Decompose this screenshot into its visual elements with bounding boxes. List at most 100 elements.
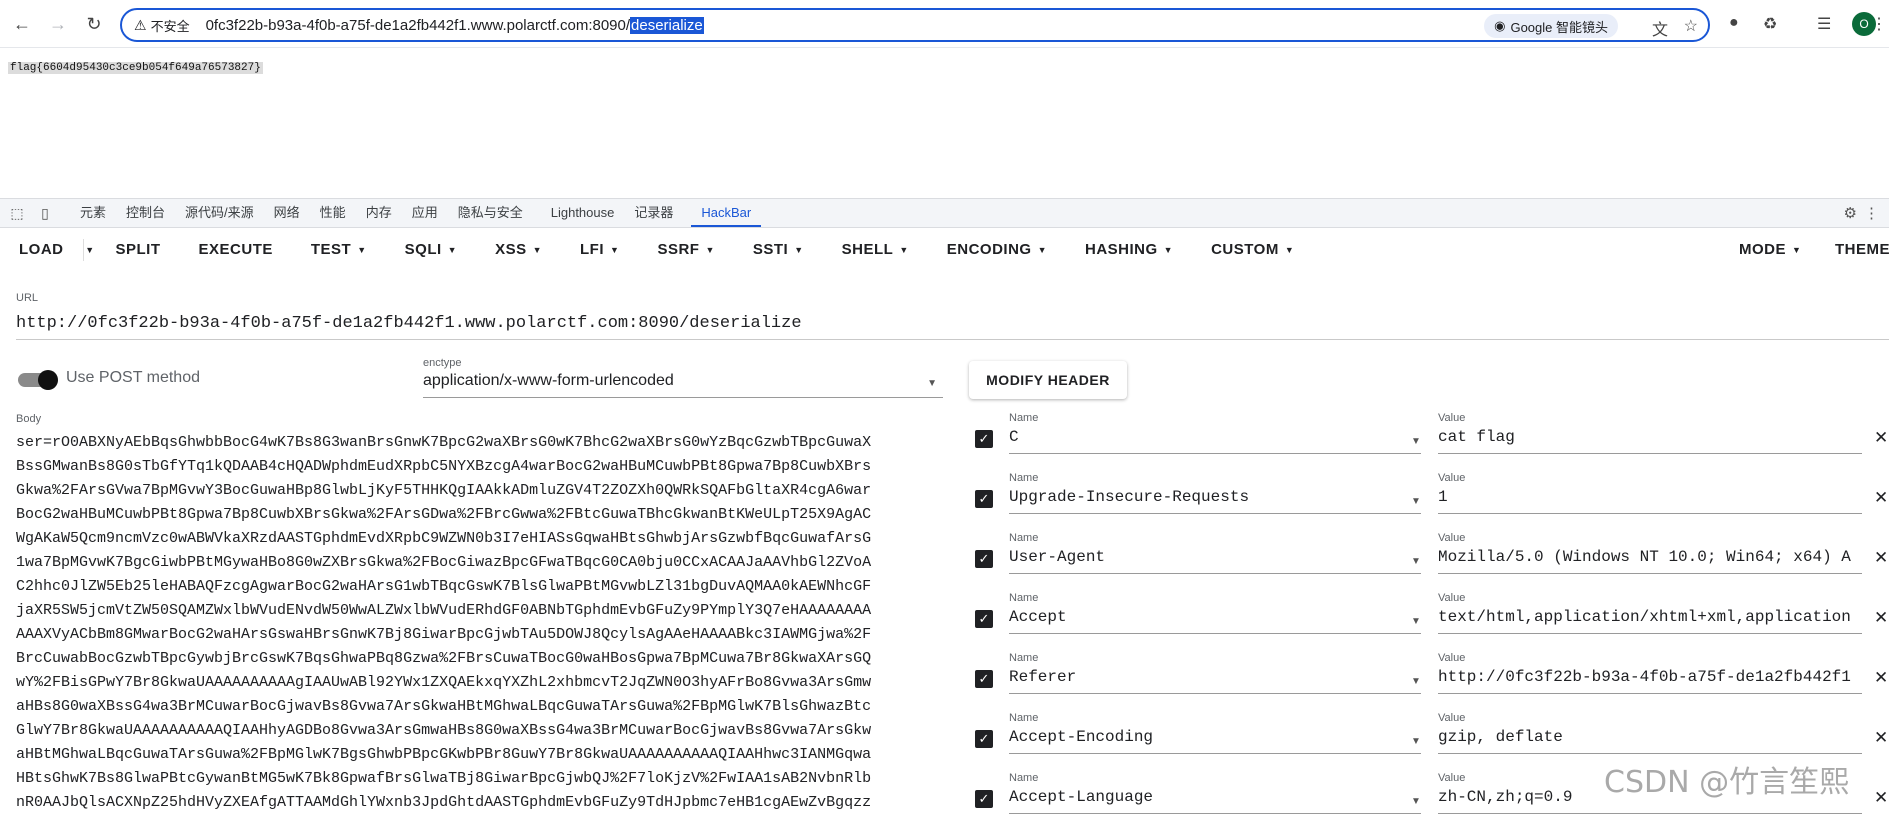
shell-menu-button[interactable]: SHELL ▼: [823, 232, 928, 268]
header-enabled-checkbox[interactable]: ✓: [975, 730, 993, 748]
inspect-element-icon[interactable]: ⬚: [6, 205, 28, 222]
xss-menu-button[interactable]: XSS ▼: [476, 232, 561, 268]
tab-recorder[interactable]: 记录器: [624, 199, 683, 227]
address-bar[interactable]: ⚠ 不安全 0fc3f22b-b93a-4f0b-a75f-de1a2fb442…: [120, 8, 1710, 42]
custom-menu-button[interactable]: CUSTOM ▼: [1192, 232, 1313, 268]
ssti-menu-button[interactable]: SSTI ▼: [734, 232, 823, 268]
header-value-input[interactable]: gzip, deflate: [1438, 728, 1862, 754]
tab-console[interactable]: 控制台: [116, 199, 175, 227]
dropdown-arrow-icon[interactable]: ▼: [1411, 796, 1421, 807]
body-textarea[interactable]: ser=rO0ABXNyAEbBqsGhwbbBocG4wK7Bs8G3wanB…: [16, 431, 944, 812]
dropdown-arrow-icon[interactable]: ▼: [1411, 496, 1421, 507]
remove-header-icon[interactable]: ✕: [1874, 788, 1888, 808]
header-enabled-checkbox[interactable]: ✓: [975, 550, 993, 568]
body-line: 1wa7BpMGvwK7BgcGiwbPBtMGywaHBo8G0wZXBrsG…: [16, 554, 872, 571]
ssrf-label: SSRF: [657, 241, 700, 258]
dropdown-arrow-icon[interactable]: ▼: [1411, 676, 1421, 687]
tab-elements[interactable]: 元素: [70, 199, 116, 227]
header-value-input[interactable]: cat flag: [1438, 428, 1862, 454]
url-input[interactable]: http://0fc3f22b-b93a-4f0b-a75f-de1a2fb44…: [16, 314, 1889, 340]
caret-down-icon: ▼: [1037, 245, 1047, 256]
security-indicator[interactable]: ⚠ 不安全: [134, 16, 190, 35]
hashing-menu-button[interactable]: HASHING ▼: [1066, 232, 1192, 268]
remove-header-icon[interactable]: ✕: [1874, 548, 1888, 568]
header-value-input[interactable]: Mozilla/5.0 (Windows NT 10.0; Win64; x64…: [1438, 548, 1862, 574]
post-method-toggle[interactable]: [18, 370, 58, 390]
back-arrow-icon[interactable]: ←: [10, 12, 34, 36]
header-row: ✓ Name C ▼ Value cat flag ✕: [975, 410, 1889, 470]
enctype-select[interactable]: application/x-www-form-urlencoded ▼: [423, 372, 943, 398]
caret-down-icon: ▼: [1284, 245, 1295, 256]
body-line: WgAKaW5Qcm9ncmVzc0wABWVkaXRzdAASTGphdmEv…: [16, 530, 872, 547]
security-label: 不安全: [150, 18, 190, 34]
header-row: ✓ Name Accept ▼ Value text/html,applicat…: [975, 590, 1889, 650]
header-name-input[interactable]: User-Agent: [1009, 548, 1421, 574]
devtools-settings-icon[interactable]: ⚙: [1844, 204, 1857, 222]
remove-header-icon[interactable]: ✕: [1874, 428, 1888, 448]
devtools-more-icon[interactable]: ⋮: [1864, 204, 1879, 222]
header-value-input[interactable]: 1: [1438, 488, 1862, 514]
header-enabled-checkbox[interactable]: ✓: [975, 670, 993, 688]
dropdown-arrow-icon[interactable]: ▼: [1411, 616, 1421, 627]
load-dropdown-icon[interactable]: ▼: [82, 239, 97, 261]
remove-header-icon[interactable]: ✕: [1874, 488, 1888, 508]
modify-header-button[interactable]: MODIFY HEADER: [969, 361, 1127, 399]
tab-privacy-security[interactable]: 隐私与安全: [448, 199, 533, 227]
body-line: BrcCuwabBocGzwbTBpcGywbjBrcGswK7BqsGhwaP…: [16, 650, 872, 667]
hackbar-toolbar: LOAD ▼ SPLIT EXECUTE TEST ▼ SQLI ▼ XSS ▼ LF…: [0, 232, 1889, 268]
lfi-menu-button[interactable]: LFI ▼: [561, 232, 638, 268]
header-name-input[interactable]: Referer: [1009, 668, 1421, 694]
url-host: 0fc3f22b-b93a-4f0b-a75f-de1a2fb442f1.www…: [205, 16, 631, 34]
bookmark-star-icon[interactable]: ☆: [1684, 16, 1698, 36]
header-name-input[interactable]: Accept: [1009, 608, 1421, 634]
header-enabled-checkbox[interactable]: ✓: [975, 430, 993, 448]
tab-memory[interactable]: 内存: [356, 199, 402, 227]
header-value-input[interactable]: text/html,application/xhtml+xml,applicat…: [1438, 608, 1862, 634]
reading-list-icon[interactable]: ☰: [1817, 14, 1831, 34]
translate-icon[interactable]: 文: [1652, 16, 1668, 40]
remove-header-icon[interactable]: ✕: [1874, 608, 1888, 628]
header-enabled-checkbox[interactable]: ✓: [975, 490, 993, 508]
header-name-input[interactable]: Accept-Language: [1009, 788, 1421, 814]
reload-icon[interactable]: ↻: [82, 12, 106, 36]
warning-icon: ⚠: [134, 16, 147, 33]
load-button[interactable]: LOAD: [0, 232, 83, 268]
header-name-input[interactable]: Accept-Encoding: [1009, 728, 1421, 754]
tab-network[interactable]: 网络: [264, 199, 310, 227]
encoding-menu-button[interactable]: ENCODING ▼: [928, 232, 1066, 268]
header-name-input[interactable]: C: [1009, 428, 1421, 454]
cookie-extension-icon[interactable]: ●: [1729, 14, 1739, 32]
ssrf-menu-button[interactable]: SSRF ▼: [638, 232, 733, 268]
remove-header-icon[interactable]: ✕: [1874, 728, 1888, 748]
header-enabled-checkbox[interactable]: ✓: [975, 790, 993, 808]
sqli-menu-button[interactable]: SQLI ▼: [386, 232, 476, 268]
header-name-input[interactable]: Upgrade-Insecure-Requests: [1009, 488, 1421, 514]
remove-header-icon[interactable]: ✕: [1874, 668, 1888, 688]
dropdown-arrow-icon[interactable]: ▼: [1411, 736, 1421, 747]
custom-label: CUSTOM: [1211, 241, 1279, 258]
split-button[interactable]: SPLIT: [97, 232, 180, 268]
header-enabled-checkbox[interactable]: ✓: [975, 610, 993, 628]
theme-menu-button[interactable]: THEME▼: [1816, 232, 1889, 268]
tab-application[interactable]: 应用: [402, 199, 448, 227]
browser-menu-icon[interactable]: ⋮: [1871, 14, 1887, 34]
dropdown-arrow-icon[interactable]: ▼: [1411, 556, 1421, 567]
header-value-input[interactable]: http://0fc3f22b-b93a-4f0b-a75f-de1a2fb44…: [1438, 668, 1862, 694]
header-value-label: Value: [1438, 592, 1466, 604]
forward-arrow-icon[interactable]: →: [46, 12, 70, 36]
tab-performance[interactable]: 性能: [310, 199, 356, 227]
test-menu-button[interactable]: TEST ▼: [292, 232, 386, 268]
tab-hackbar[interactable]: HackBar: [691, 199, 762, 227]
execute-button[interactable]: EXECUTE: [180, 232, 292, 268]
device-toolbar-icon[interactable]: ▯: [34, 205, 56, 222]
header-row: ✓ Name Upgrade-Insecure-Requests ▼ Value…: [975, 470, 1889, 530]
tab-sources[interactable]: 源代码/来源: [175, 199, 264, 227]
mode-menu-button[interactable]: MODE ▼: [1720, 232, 1820, 268]
body-line: aHBs8G0waXBssG4wa3BrMCuwarBocGjwavBs8Gvw…: [16, 698, 872, 715]
extensions-puzzle-icon[interactable]: ♻: [1763, 14, 1777, 34]
enctype-label: enctype: [423, 357, 462, 369]
caret-down-icon: ▼: [705, 245, 715, 256]
google-lens-chip[interactable]: ◉ Google 智能镜头: [1484, 14, 1618, 38]
dropdown-arrow-icon[interactable]: ▼: [1411, 436, 1421, 447]
tab-lighthouse[interactable]: Lighthouse: [541, 199, 625, 227]
